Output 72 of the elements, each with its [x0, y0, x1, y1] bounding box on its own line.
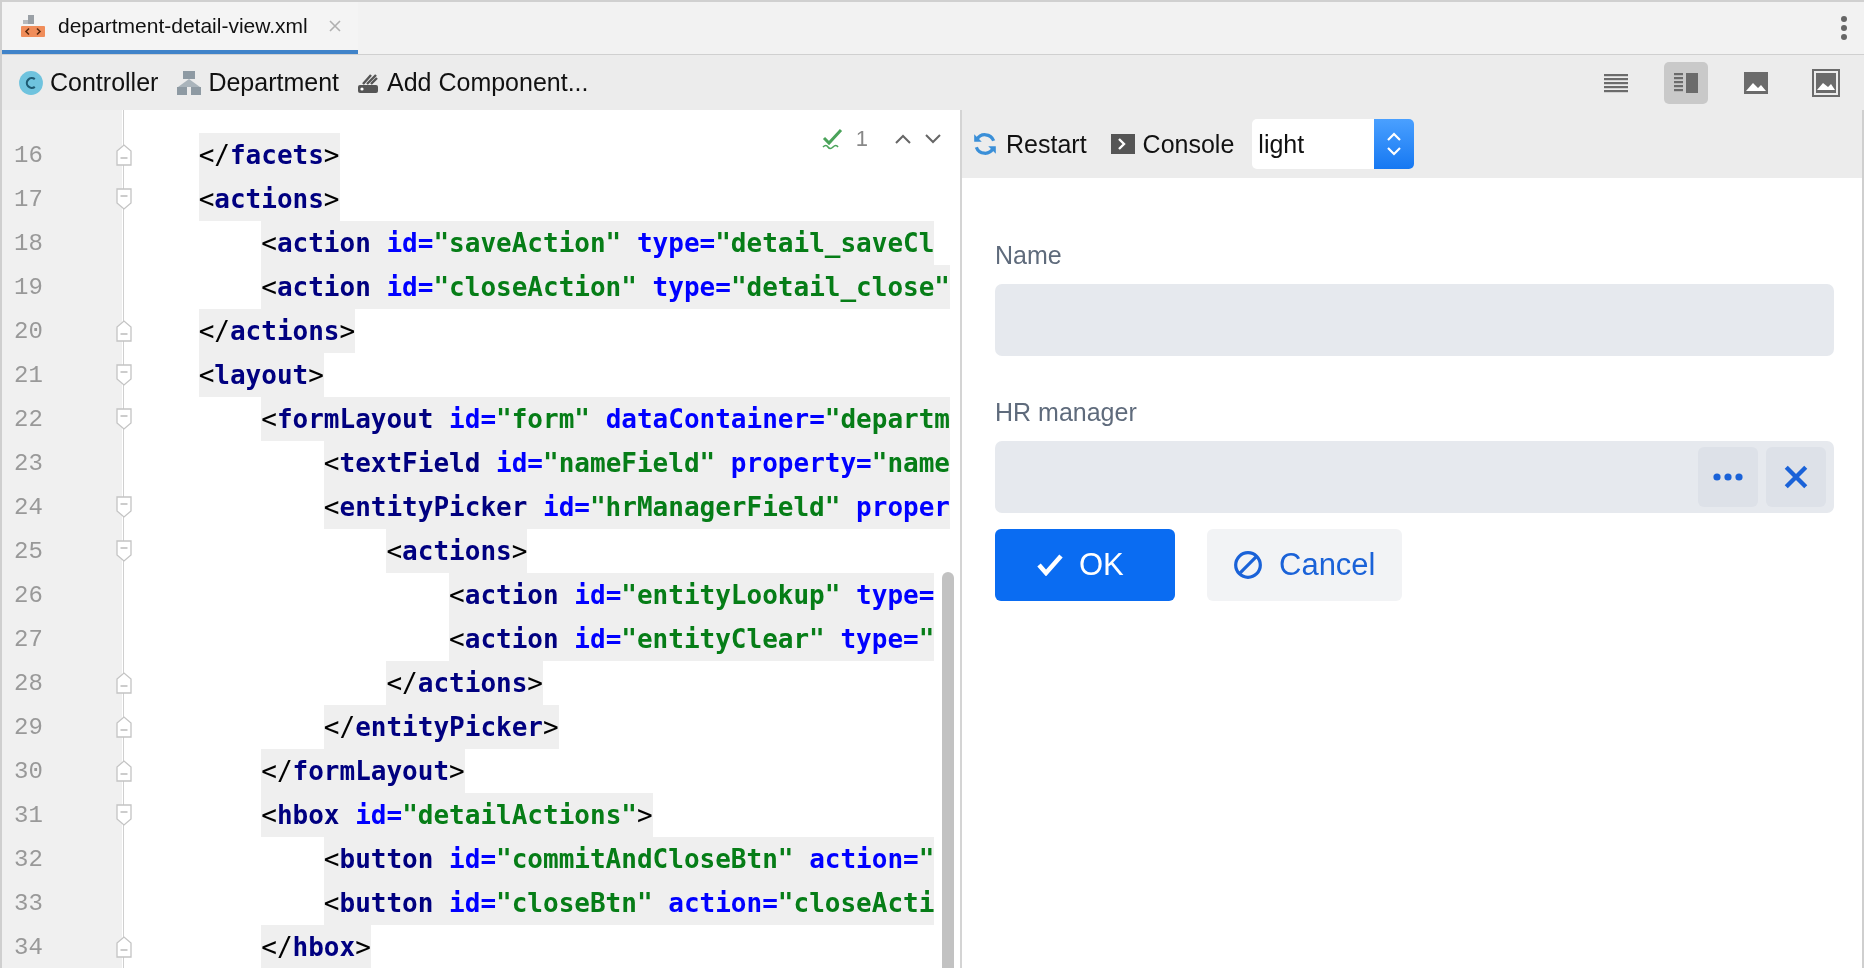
line-number: 18 — [13, 229, 44, 257]
chevron-up-icon[interactable] — [894, 133, 912, 145]
text-field[interactable] — [995, 284, 1834, 356]
unfold-icon[interactable] — [116, 936, 132, 958]
hierarchy-icon — [176, 69, 203, 96]
view-mode-button[interactable] — [1664, 61, 1708, 104]
line-number: 20 — [13, 317, 44, 345]
line-number: 16 — [13, 141, 44, 169]
toolbar-button[interactable]: Department — [176, 68, 339, 97]
line-number: 24 — [13, 493, 44, 521]
more-icon[interactable] — [1840, 15, 1848, 41]
xml-file-icon — [20, 14, 46, 38]
unfold-icon[interactable] — [116, 716, 132, 738]
code-line: <actions> — [136, 529, 528, 573]
ban-icon — [1233, 550, 1263, 580]
tab-title: department-detail-view.xml — [58, 14, 308, 38]
line-number: 31 — [13, 801, 44, 829]
fold-icon[interactable] — [116, 364, 132, 386]
inspection-count: 1 — [855, 126, 868, 152]
fold-icon[interactable] — [116, 408, 132, 430]
add-component-icon — [357, 71, 381, 94]
unfold-icon[interactable] — [116, 672, 132, 694]
ok-button[interactable]: OK — [995, 529, 1175, 601]
line-number: 27 — [13, 625, 44, 653]
refresh-icon — [972, 131, 998, 157]
console-button[interactable]: Console — [1110, 129, 1235, 159]
line-number: 22 — [13, 405, 44, 433]
line-number: 26 — [13, 581, 44, 609]
line-number: 23 — [13, 449, 44, 477]
unfold-icon[interactable] — [116, 320, 132, 342]
lines-icon — [1604, 72, 1628, 93]
fold-icon[interactable] — [116, 188, 132, 210]
line-number: 21 — [13, 361, 44, 389]
code-line: </hbox> — [136, 925, 371, 968]
cancel-button[interactable]: Cancel — [1207, 529, 1402, 601]
close-icon — [1783, 464, 1809, 490]
fold-icon[interactable] — [116, 540, 132, 562]
toolbar-button[interactable]: Controller — [18, 68, 159, 97]
split-view-icon — [1674, 71, 1698, 94]
line-number: 34 — [13, 933, 44, 961]
updown-icon — [1386, 131, 1403, 157]
more-icon — [1713, 472, 1743, 482]
check-icon[interactable] — [821, 128, 844, 150]
toolbar-button[interactable]: Add Component... — [357, 68, 589, 97]
line-number: 17 — [13, 185, 44, 213]
field-label: HR manager — [995, 398, 1138, 427]
clear-button[interactable] — [1766, 447, 1826, 507]
code-line: </actions> — [136, 661, 543, 705]
framed-image-icon — [1812, 68, 1840, 97]
code-editor[interactable] — [2, 110, 962, 968]
line-number: 19 — [13, 273, 44, 301]
close-icon[interactable] — [327, 19, 342, 33]
class-icon — [18, 69, 44, 96]
fold-icon[interactable] — [116, 496, 132, 518]
lookup-button[interactable] — [1698, 447, 1758, 507]
unfold-icon[interactable] — [116, 144, 132, 166]
line-number: 28 — [13, 669, 44, 697]
line-number: 33 — [13, 889, 44, 917]
line-number: 30 — [13, 757, 44, 785]
line-number: 32 — [13, 845, 44, 873]
terminal-icon — [1110, 134, 1135, 154]
restart-button[interactable]: Restart — [972, 129, 1087, 159]
field-label: Name — [995, 241, 1063, 270]
theme-dropdown[interactable]: light — [1252, 119, 1415, 169]
check-icon — [1037, 554, 1063, 576]
line-number: 29 — [13, 713, 44, 741]
chevron-down-icon[interactable] — [924, 133, 942, 145]
unfold-icon[interactable] — [116, 760, 132, 782]
scrollbar[interactable] — [942, 572, 954, 968]
fold-icon[interactable] — [116, 804, 132, 826]
line-number: 25 — [13, 537, 44, 565]
image-icon — [1744, 71, 1768, 94]
